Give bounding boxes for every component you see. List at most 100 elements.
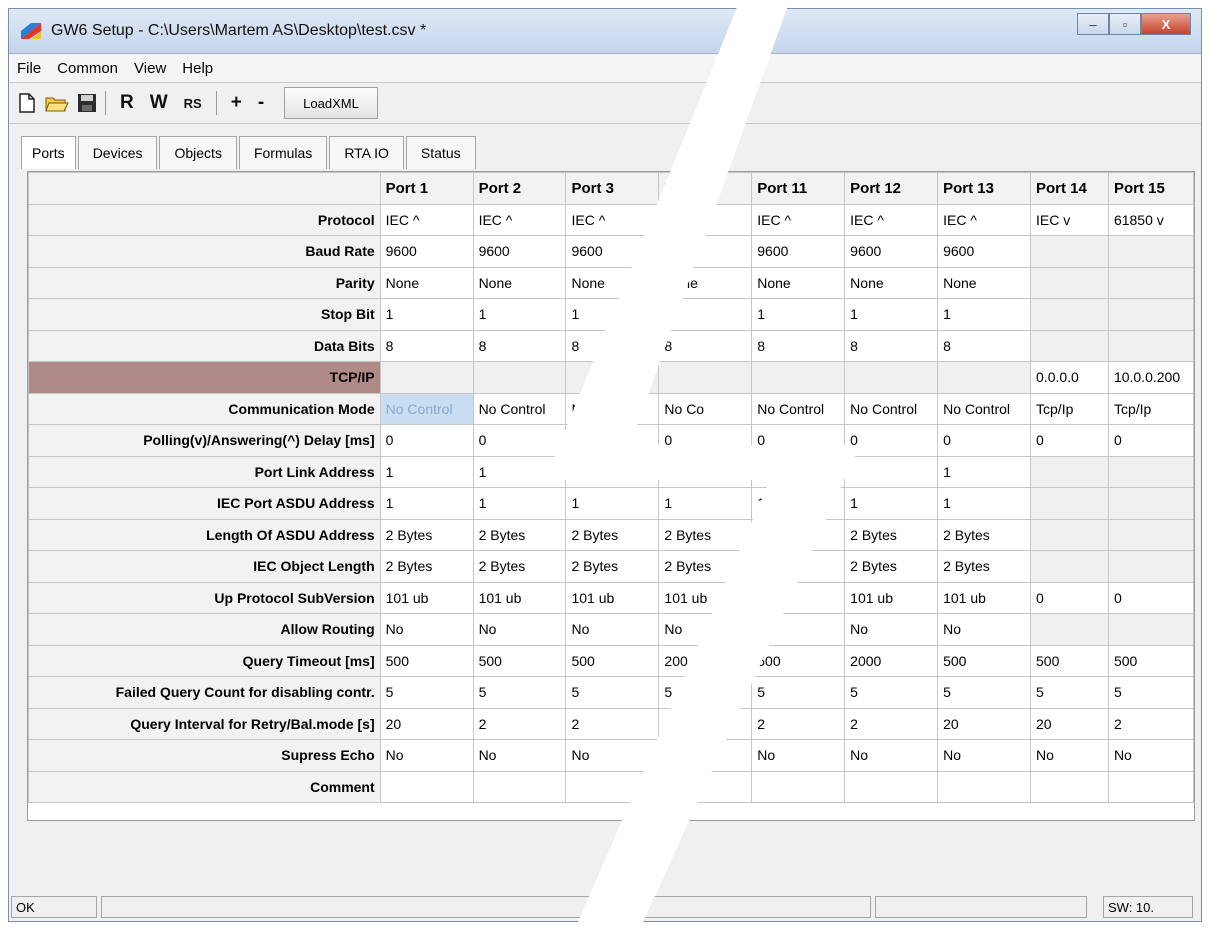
grid-cell[interactable] (1030, 518, 1109, 551)
grid-cell[interactable]: 1 (751, 455, 846, 488)
grid-cell[interactable]: No (844, 739, 939, 772)
column-header[interactable]: Port 2 (472, 172, 567, 205)
grid-cell[interactable]: IEC ^ (751, 203, 846, 236)
grid-cell[interactable]: 2 (565, 707, 660, 740)
grid-cell[interactable]: 5 (1107, 676, 1194, 709)
grid-cell[interactable]: 2 Bytes (937, 550, 1032, 583)
grid-cell[interactable]: 0 (658, 424, 753, 457)
grid-cell[interactable]: 0 (1030, 424, 1109, 457)
grid-cell[interactable]: 1 (658, 487, 753, 520)
grid-cell[interactable]: 0 (1107, 581, 1194, 614)
grid-cell[interactable]: 0 (844, 424, 939, 457)
grid-cell[interactable]: 0 (937, 424, 1032, 457)
column-header[interactable]: Port 11 (751, 172, 846, 205)
grid-cell[interactable]: 5 (844, 676, 939, 709)
grid-cell[interactable]: None (658, 266, 753, 299)
grid-cell[interactable]: 10.0.0.200 (1107, 361, 1194, 394)
grid-cell[interactable]: 500 (1107, 644, 1194, 677)
grid-cell[interactable] (658, 770, 753, 803)
grid-cell[interactable]: No Control (937, 392, 1032, 425)
grid-cell[interactable]: 500 (937, 644, 1032, 677)
grid-cell[interactable]: 101 ub (379, 581, 474, 614)
grid-cell[interactable]: No (472, 613, 567, 646)
grid-cell[interactable]: 101 ub (937, 581, 1032, 614)
grid-cell[interactable]: No (1107, 739, 1194, 772)
grid-cell[interactable]: 1 (937, 487, 1032, 520)
tab-objects[interactable]: Objects (159, 136, 237, 169)
grid-cell[interactable]: 2 Bytes (844, 518, 939, 551)
grid-cell[interactable]: 101 ub (844, 581, 939, 614)
rs-button[interactable]: RS (184, 96, 202, 111)
grid-cell[interactable]: 2 Bytes (658, 550, 753, 583)
grid-cell[interactable] (1030, 550, 1109, 583)
grid-cell[interactable] (1107, 235, 1194, 268)
grid-cell[interactable]: 8 (751, 329, 846, 362)
grid-cell[interactable] (1107, 455, 1194, 488)
grid-cell[interactable]: 2 (751, 518, 846, 551)
grid-cell[interactable]: 8 (472, 329, 567, 362)
menu-view[interactable]: View (126, 60, 174, 77)
grid-cell[interactable]: 5 (658, 676, 753, 709)
grid-cell[interactable]: No Control (751, 392, 846, 425)
open-folder-icon[interactable] (45, 90, 69, 116)
maximize-button[interactable]: ▫ (1109, 13, 1141, 35)
grid-cell[interactable]: No (379, 739, 474, 772)
grid-cell[interactable]: 2 (1107, 707, 1194, 740)
grid-cell[interactable]: 1 (379, 298, 474, 331)
grid-cell[interactable]: 2 (751, 707, 846, 740)
column-header[interactable]: Port 1 (379, 172, 474, 205)
menu-help[interactable]: Help (174, 60, 221, 77)
grid-cell[interactable]: 00 (658, 235, 753, 268)
grid-cell[interactable] (844, 770, 939, 803)
minimize-button[interactable]: – (1077, 13, 1109, 35)
grid-cell[interactable]: 9600 (937, 235, 1032, 268)
grid-cell[interactable]: 0.0.0.0 (1030, 361, 1109, 394)
grid-cell[interactable]: Tcp/Ip (1107, 392, 1194, 425)
grid-cell[interactable]: 101 ub (658, 581, 753, 614)
column-header[interactable]: Port 15 (1107, 172, 1194, 205)
grid-cell[interactable]: No (844, 613, 939, 646)
grid-cell[interactable]: 2 Bytes (565, 518, 660, 551)
tab-status[interactable]: Status (405, 136, 476, 169)
grid-cell[interactable]: None (379, 266, 474, 299)
grid-cell[interactable]: es (751, 550, 846, 583)
grid-cell[interactable]: 9600 (844, 235, 939, 268)
grid-cell[interactable]: 9600 (751, 235, 846, 268)
grid-cell[interactable]: 5 (472, 676, 567, 709)
ports-grid[interactable]: Port 1 Port 2 Port 3 P Port 11 Port 12 Port 13… (27, 171, 1195, 821)
column-header[interactable]: Port 14 (1030, 172, 1109, 205)
title-bar[interactable]: GW6 Setup - C:\Users\Martem AS\Desktop\t… (9, 9, 1201, 54)
grid-cell[interactable] (1030, 613, 1109, 646)
grid-cell[interactable]: IEC ^ (379, 203, 474, 236)
grid-cell[interactable]: No (937, 739, 1032, 772)
grid-cell[interactable]: 5 (1030, 676, 1109, 709)
grid-cell[interactable] (1030, 235, 1109, 268)
grid-cell[interactable]: 0 (379, 424, 474, 457)
grid-cell[interactable]: 20 (1030, 707, 1109, 740)
new-file-icon[interactable] (15, 90, 39, 116)
grid-cell[interactable] (1030, 455, 1109, 488)
grid-cell[interactable] (1107, 770, 1194, 803)
grid-cell[interactable]: 500 (565, 644, 660, 677)
grid-cell[interactable]: No (472, 739, 567, 772)
grid-cell[interactable]: 1 (472, 455, 567, 488)
column-header[interactable]: Port 13 (937, 172, 1032, 205)
grid-cell[interactable]: No (751, 739, 846, 772)
grid-cell[interactable]: 2 Bytes (379, 518, 474, 551)
grid-cell[interactable]: 8 (937, 329, 1032, 362)
column-header[interactable]: Port 12 (844, 172, 939, 205)
add-button[interactable]: + (231, 92, 242, 114)
grid-cell[interactable]: 61850 v (1107, 203, 1194, 236)
save-icon[interactable] (75, 90, 99, 116)
grid-cell[interactable]: 2 Bytes (379, 550, 474, 583)
grid-cell[interactable] (937, 770, 1032, 803)
grid-cell[interactable]: IEC ^ (565, 203, 660, 236)
grid-cell[interactable]: 1 (658, 455, 753, 488)
grid-cell[interactable] (472, 770, 567, 803)
tab-ports[interactable]: Ports (21, 136, 76, 169)
grid-cell[interactable]: No (379, 613, 474, 646)
grid-cell[interactable]: o (658, 739, 753, 772)
grid-cell[interactable]: 1 (379, 487, 474, 520)
close-button[interactable]: X (1141, 13, 1191, 35)
grid-cell[interactable]: 8 (379, 329, 474, 362)
